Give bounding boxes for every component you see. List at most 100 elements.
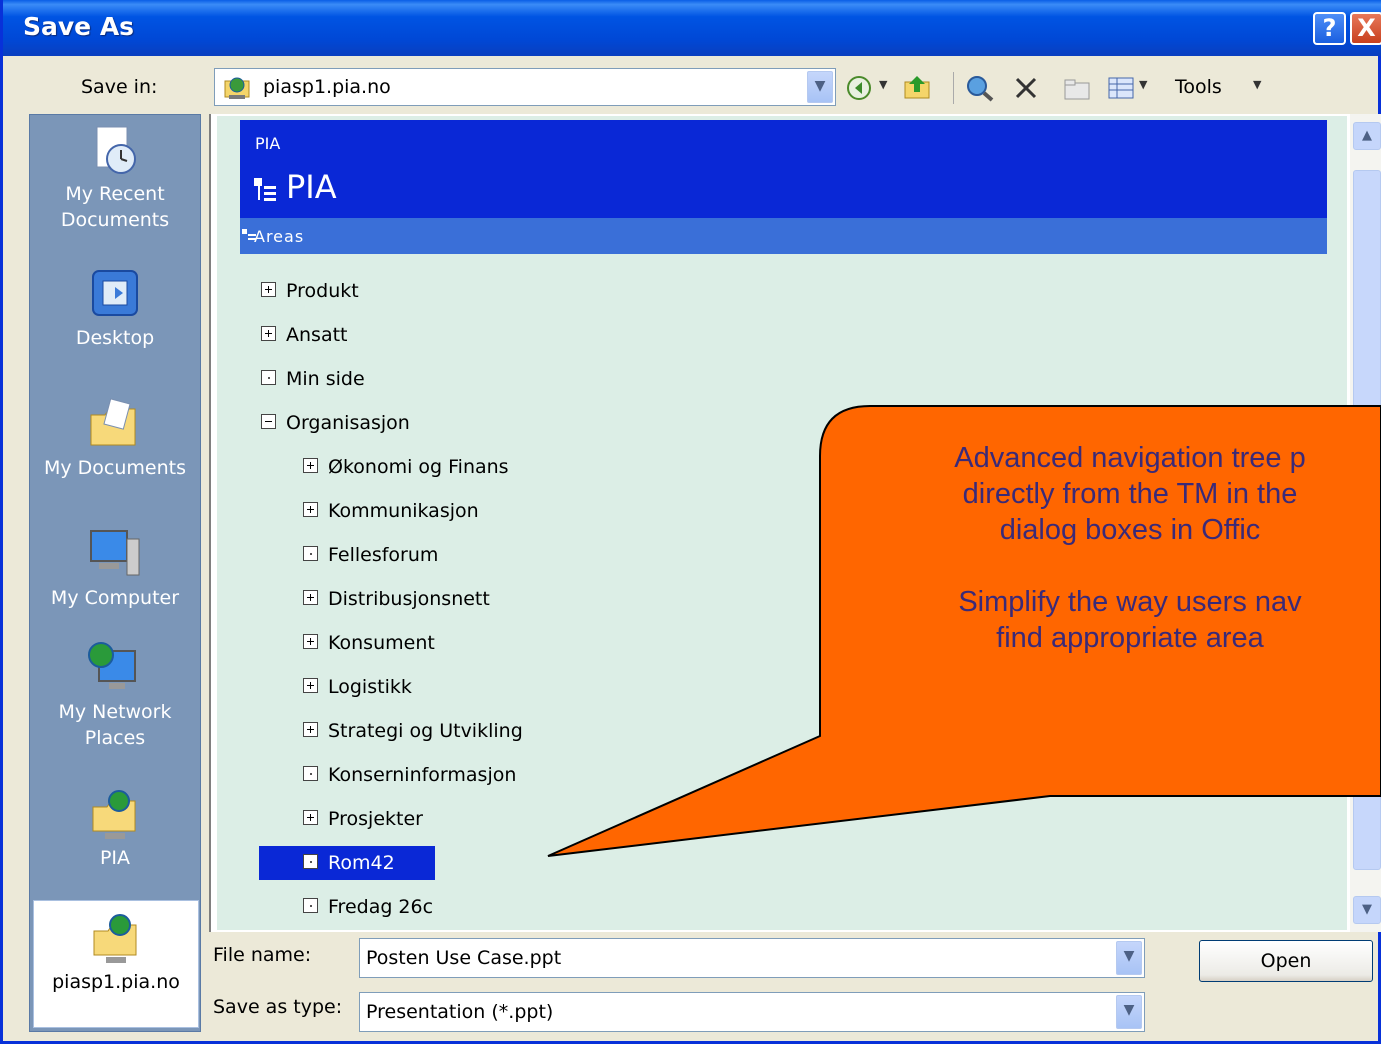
expand-icon[interactable] — [303, 678, 318, 693]
tree-item-label: Organisasjon — [286, 412, 410, 434]
place-my-recent-documents[interactable]: My Recent Documents — [30, 121, 200, 246]
site-big-title: PIA — [252, 168, 337, 206]
areas-bar[interactable]: Areas — [240, 218, 1327, 254]
tree-item[interactable]: Kommunikasjon — [303, 494, 479, 528]
expand-icon[interactable] — [261, 326, 276, 341]
place-my-computer[interactable]: My Computer — [30, 525, 200, 625]
tree-icon — [254, 178, 276, 201]
tree-item[interactable]: Konsument — [303, 626, 435, 660]
tree-item[interactable]: Fellesforum — [303, 538, 438, 572]
place-label-line1: My Computer — [50, 587, 180, 609]
tree-item[interactable]: Logistikk — [303, 670, 412, 704]
callout-line: find appropriate area — [996, 622, 1264, 654]
search-web-icon[interactable] — [965, 74, 995, 102]
toolbar-separator — [953, 72, 954, 104]
expand-icon[interactable] — [261, 282, 276, 297]
save-as-type-value: Presentation (*.ppt) — [366, 1001, 554, 1023]
save-in-label: Save in: — [81, 76, 158, 98]
save-as-type-label: Save as type: — [213, 996, 343, 1018]
expand-icon[interactable] — [303, 590, 318, 605]
place-my-network-places[interactable]: My Network Places — [30, 639, 200, 769]
tree-item[interactable]: Produkt — [261, 274, 359, 308]
place-desktop[interactable]: Desktop — [30, 265, 200, 365]
tree-item[interactable]: Min side — [261, 362, 365, 396]
tools-dropdown-icon[interactable]: ▼ — [1253, 78, 1261, 91]
toolbar: ▼ ▼ Tools ▼ — [841, 70, 1281, 106]
tree-item[interactable]: Rom42 — [259, 846, 435, 880]
place-pia[interactable]: PIA — [30, 785, 200, 885]
tree-item[interactable]: Distribusjonsnett — [303, 582, 490, 616]
title-bar[interactable]: Save As ? X — [3, 0, 1381, 56]
web-folder-icon — [92, 790, 136, 839]
close-button[interactable]: X — [1350, 12, 1381, 45]
file-name-input[interactable]: Posten Use Case.ppt ▼ — [359, 938, 1145, 978]
place-label-line1: Desktop — [75, 327, 155, 349]
window-title: Save As — [23, 12, 135, 41]
desktop-icon — [92, 270, 138, 316]
tools-menu[interactable]: Tools — [1175, 76, 1222, 98]
place-label-line1: piasp1.pia.no — [52, 971, 180, 993]
expand-icon[interactable] — [303, 722, 318, 737]
tree-item[interactable]: Strategi og Utvikling — [303, 714, 523, 748]
place-label-line2: Places — [84, 727, 146, 749]
save-in-value: piasp1.pia.no — [263, 76, 391, 98]
site-small-title: PIA — [255, 134, 281, 153]
tree-item-label: Fredag 26c — [328, 896, 434, 918]
new-folder-icon[interactable] — [1063, 75, 1091, 101]
scroll-up-icon[interactable]: ▲ — [1353, 122, 1381, 150]
areas-label: Areas — [254, 227, 305, 246]
place-label-line1: PIA — [99, 847, 131, 869]
place-piasp1[interactable]: piasp1.pia.no — [33, 900, 199, 1028]
callout-line: Advanced navigation tree p — [954, 442, 1306, 474]
save-as-type-dropdown[interactable]: Presentation (*.ppt) ▼ — [359, 992, 1145, 1032]
up-folder-icon[interactable] — [903, 74, 933, 102]
callout-line: Simplify the way users nav — [958, 586, 1302, 618]
tree-item[interactable]: Organisasjon — [261, 406, 410, 440]
chevron-down-icon[interactable]: ▼ — [1116, 941, 1142, 975]
views-icon[interactable] — [1107, 75, 1135, 101]
tree-item[interactable]: Økonomi og Finans — [303, 450, 509, 484]
open-button[interactable]: Open — [1199, 940, 1373, 982]
save-in-dropdown[interactable]: piasp1.pia.no ▼ — [214, 68, 836, 106]
callout-spacer — [820, 548, 1381, 584]
tree-item[interactable]: Ansatt — [261, 318, 347, 352]
tree-item-label: Rom42 — [328, 852, 395, 874]
tree-item-label: Min side — [286, 368, 365, 390]
file-name-value[interactable]: Posten Use Case.ppt — [366, 947, 561, 969]
callout-line: dialog boxes in Offic — [999, 514, 1261, 546]
leaf-icon — [303, 546, 318, 561]
tree-item-label: Logistikk — [328, 676, 412, 698]
chevron-down-icon[interactable]: ▼ — [1116, 995, 1142, 1029]
place-label-line1: My Network — [58, 701, 172, 723]
help-button[interactable]: ? — [1313, 12, 1346, 45]
leaf-icon — [303, 854, 318, 869]
tree-item-label: Økonomi og Finans — [328, 456, 509, 478]
back-icon[interactable] — [845, 74, 873, 102]
views-dropdown-icon[interactable]: ▼ — [1139, 78, 1147, 91]
tree-item-label: Kommunikasjon — [328, 500, 479, 522]
expand-icon[interactable] — [303, 458, 318, 473]
tree-item-label: Strategi og Utvikling — [328, 720, 523, 742]
callout-text: Advanced navigation tree p directly from… — [820, 440, 1381, 656]
leaf-icon — [261, 370, 276, 385]
tree-item-label: Fellesforum — [328, 544, 439, 566]
tree-item-label: Konserninformasjon — [328, 764, 517, 786]
expand-icon[interactable] — [303, 634, 318, 649]
tree-item[interactable]: Fredag 26c — [303, 890, 433, 924]
tree-item-label: Distribusjonsnett — [328, 588, 490, 610]
place-my-documents[interactable]: My Documents — [30, 395, 200, 495]
tree-item-label: Konsument — [328, 632, 435, 654]
site-header: PIA PIA — [240, 120, 1327, 218]
tree-item[interactable]: Konserninformasjon — [303, 758, 516, 792]
tree-item-label: Ansatt — [286, 324, 348, 346]
my-computer-icon — [90, 530, 140, 576]
tree-item[interactable]: Prosjekter — [303, 802, 423, 836]
scroll-down-icon[interactable]: ▼ — [1353, 896, 1381, 924]
collapse-icon[interactable] — [261, 414, 276, 429]
expand-icon[interactable] — [303, 502, 318, 517]
delete-icon[interactable] — [1013, 75, 1039, 101]
expand-icon[interactable] — [303, 810, 318, 825]
chevron-down-icon[interactable]: ▼ — [807, 71, 833, 103]
back-dropdown-icon[interactable]: ▼ — [879, 78, 887, 91]
places-bar: My Recent Documents Desktop My Documents — [29, 114, 201, 1032]
